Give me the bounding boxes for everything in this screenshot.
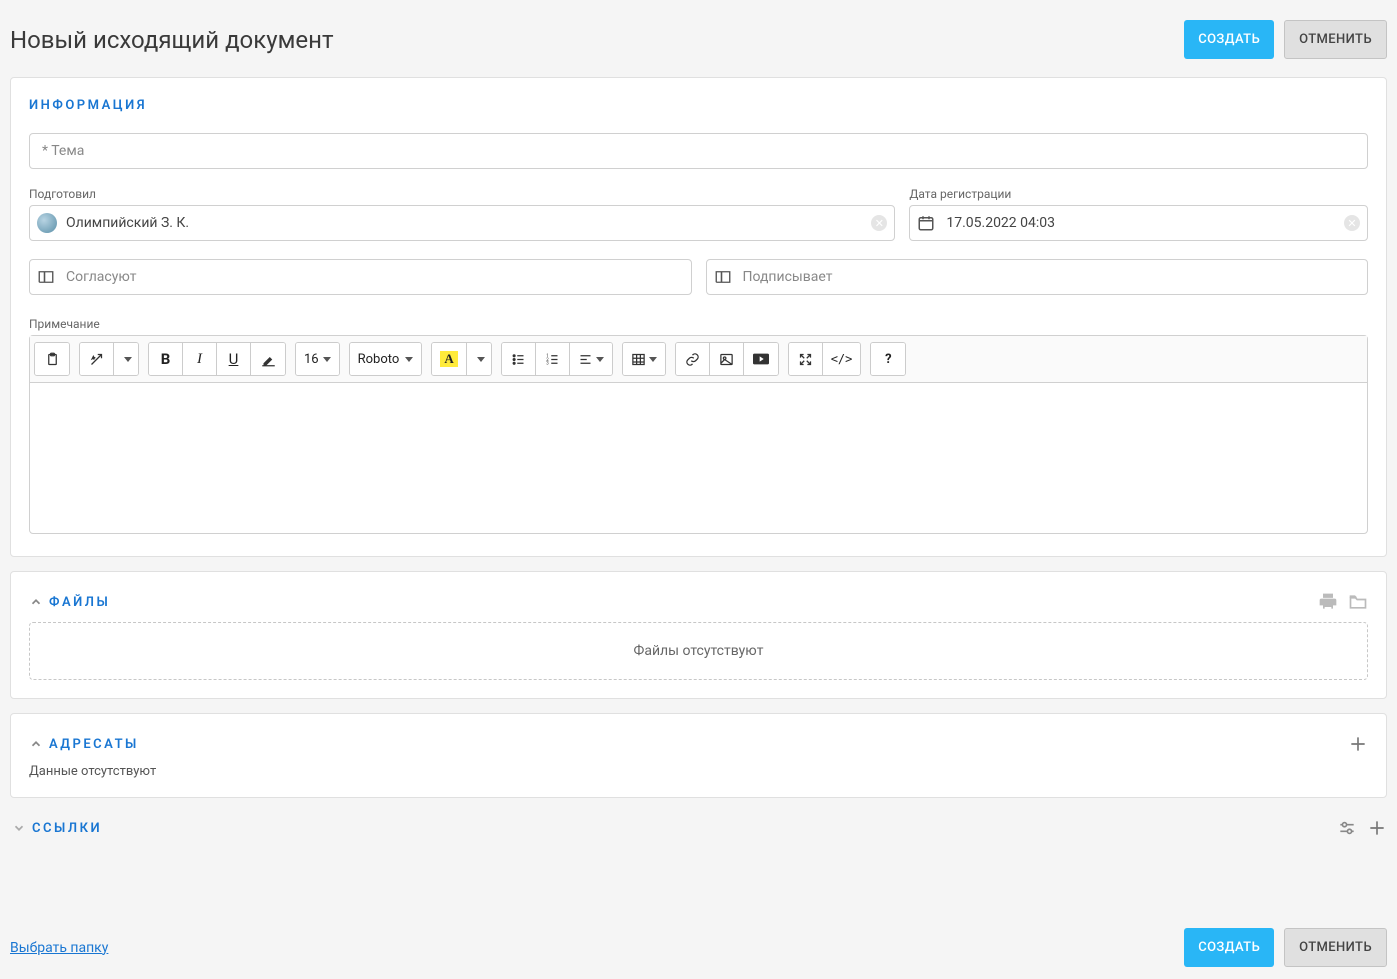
rte-magic-button[interactable] bbox=[80, 343, 114, 375]
prepared-by-input[interactable] bbox=[29, 205, 895, 241]
subject-input[interactable] bbox=[29, 133, 1368, 169]
registration-date-input[interactable] bbox=[909, 205, 1368, 241]
settings-icon[interactable] bbox=[1337, 818, 1357, 838]
add-icon[interactable] bbox=[1367, 818, 1387, 838]
rte-video-button[interactable] bbox=[744, 343, 778, 375]
clear-icon[interactable]: ✕ bbox=[871, 215, 887, 231]
recipients-empty-text: Данные отсутствуют bbox=[29, 764, 1368, 779]
files-dropzone[interactable]: Файлы отсутствуют bbox=[29, 622, 1368, 680]
rte-font-size-dropdown[interactable]: 16 bbox=[296, 343, 339, 375]
rte-ol-button[interactable]: 123 bbox=[536, 343, 570, 375]
footer-actions: СОЗДАТЬ ОТМЕНИТЬ bbox=[1184, 928, 1387, 967]
signer-input[interactable] bbox=[706, 259, 1369, 295]
print-icon[interactable] bbox=[1318, 592, 1338, 612]
rte-fullscreen-button[interactable] bbox=[789, 343, 823, 375]
chevron-down-icon bbox=[12, 821, 26, 835]
add-icon[interactable] bbox=[1348, 734, 1368, 754]
page-header: Новый исходящий документ СОЗДАТЬ ОТМЕНИТ… bbox=[0, 0, 1397, 77]
rte-font-color-button[interactable]: A bbox=[432, 343, 466, 375]
rte-italic-button[interactable]: I bbox=[183, 343, 217, 375]
bottom-bar: Выбрать папку СОЗДАТЬ ОТМЕНИТЬ bbox=[0, 918, 1397, 979]
folder-icon[interactable] bbox=[1348, 592, 1368, 612]
files-empty-text: Файлы отсутствуют bbox=[634, 643, 764, 659]
note-label: Примечание bbox=[29, 317, 1368, 331]
rte-link-button[interactable] bbox=[676, 343, 710, 375]
rte-bold-button[interactable]: B bbox=[149, 343, 183, 375]
chevron-up-icon bbox=[29, 737, 43, 751]
chevron-up-icon bbox=[29, 595, 43, 609]
rte-font-color-dropdown[interactable] bbox=[467, 343, 491, 375]
calendar-icon bbox=[917, 214, 935, 232]
rte-image-button[interactable] bbox=[710, 343, 744, 375]
rte-magic-dropdown[interactable] bbox=[114, 343, 138, 375]
recipients-card: АДРЕСАТЫ Данные отсутствуют bbox=[10, 713, 1387, 798]
avatar bbox=[37, 213, 57, 233]
rte-table-dropdown[interactable] bbox=[623, 343, 665, 375]
rte-toolbar: B I U 16 Roboto A bbox=[30, 336, 1367, 383]
users-icon bbox=[37, 268, 55, 286]
choose-folder-link[interactable]: Выбрать папку bbox=[10, 940, 108, 956]
section-title-files[interactable]: ФАЙЛЫ bbox=[29, 595, 110, 610]
registration-date-label: Дата регистрации bbox=[909, 187, 1368, 201]
rte-font-color-glyph: A bbox=[440, 351, 457, 367]
page-title: Новый исходящий документ bbox=[10, 26, 333, 54]
links-section: ССЫЛКИ bbox=[10, 812, 1387, 844]
cancel-button[interactable]: ОТМЕНИТЬ bbox=[1284, 20, 1387, 59]
create-button-footer[interactable]: СОЗДАТЬ bbox=[1184, 928, 1274, 967]
section-title-information: ИНФОРМАЦИЯ bbox=[29, 98, 147, 113]
approvers-input[interactable] bbox=[29, 259, 692, 295]
rte-font-family-value: Roboto bbox=[358, 352, 400, 367]
cancel-button-footer[interactable]: ОТМЕНИТЬ bbox=[1284, 928, 1387, 967]
rte-codeview-button[interactable]: </> bbox=[823, 343, 861, 375]
note-textarea[interactable] bbox=[30, 383, 1367, 533]
information-card: ИНФОРМАЦИЯ Подготовил ✕ Дата регистрации… bbox=[10, 77, 1387, 557]
users-icon bbox=[714, 268, 732, 286]
rte-ul-button[interactable] bbox=[502, 343, 536, 375]
rte-clear-format-button[interactable] bbox=[251, 343, 285, 375]
rte-paste-button[interactable] bbox=[35, 343, 69, 375]
section-title-recipients[interactable]: АДРЕСАТЫ bbox=[29, 737, 139, 752]
rte-underline-button[interactable]: U bbox=[217, 343, 251, 375]
clear-icon[interactable]: ✕ bbox=[1344, 215, 1360, 231]
rte-align-dropdown[interactable] bbox=[570, 343, 612, 375]
svg-text:3: 3 bbox=[546, 361, 549, 366]
section-title-links[interactable]: ССЫЛКИ bbox=[12, 821, 102, 836]
files-card: ФАЙЛЫ Файлы отсутствуют bbox=[10, 571, 1387, 699]
rich-text-editor: B I U 16 Roboto A bbox=[29, 335, 1368, 534]
rte-help-button[interactable]: ? bbox=[871, 343, 905, 375]
rte-font-size-value: 16 bbox=[304, 352, 319, 367]
create-button[interactable]: СОЗДАТЬ bbox=[1184, 20, 1274, 59]
rte-font-family-dropdown[interactable]: Roboto bbox=[350, 343, 422, 375]
header-actions: СОЗДАТЬ ОТМЕНИТЬ bbox=[1184, 20, 1387, 59]
prepared-by-label: Подготовил bbox=[29, 187, 895, 201]
